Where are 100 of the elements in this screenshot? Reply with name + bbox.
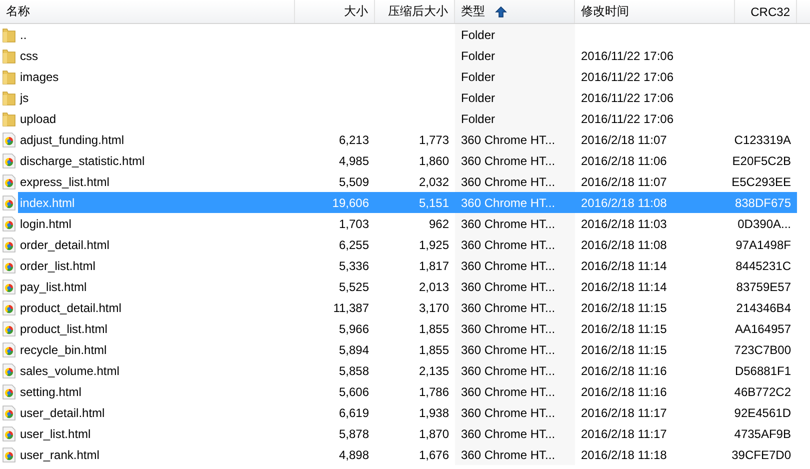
packed-size-cell: 1,817 — [418, 258, 449, 272]
crc-cell: 97A1498F — [736, 238, 791, 252]
type-cell: 360 Chrome HT... — [461, 196, 556, 210]
type-cell: Folder — [461, 112, 496, 126]
file-name-cell[interactable]: discharge_statistic.html — [18, 150, 295, 171]
crc-cell: 8445231C — [736, 258, 791, 272]
size-cell: 5,858 — [338, 364, 369, 378]
size-cell: 5,894 — [338, 342, 369, 356]
crc-cell: E20F5C2B — [732, 154, 791, 168]
packed-size-cell: 1,676 — [418, 448, 449, 462]
crc-cell: 838DF675 — [734, 196, 791, 210]
file-name-cell[interactable]: recycle_bin.html — [18, 339, 295, 360]
modified-cell: 2016/2/18 11:14 — [581, 280, 667, 294]
size-cell: 5,606 — [338, 384, 369, 398]
size-cell: 6,255 — [338, 238, 369, 252]
size-cell: 5,966 — [338, 322, 369, 336]
type-cell: 360 Chrome HT... — [461, 448, 556, 462]
file-name-cell[interactable]: css — [18, 45, 295, 66]
file-name-cell[interactable]: order_list.html — [18, 255, 295, 276]
file-name-cell[interactable]: order_detail.html — [18, 234, 295, 255]
size-cell: 6,619 — [338, 406, 369, 420]
crc-cell: D56881F1 — [734, 364, 791, 378]
type-cell: Folder — [461, 90, 496, 104]
file-name-cell[interactable]: .. — [18, 24, 295, 45]
type-cell: 360 Chrome HT... — [461, 258, 556, 272]
type-cell: 360 Chrome HT... — [461, 154, 556, 168]
file-name-cell[interactable]: express_list.html — [18, 171, 295, 192]
modified-cell: 2016/11/22 17:06 — [581, 90, 674, 104]
modified-cell: 2016/2/18 11:07 — [581, 132, 667, 146]
folder-icon — [2, 26, 16, 42]
column-header[interactable]: 名称 — [0, 0, 295, 23]
type-cell: 360 Chrome HT... — [461, 342, 556, 356]
type-cell: 360 Chrome HT... — [461, 406, 556, 420]
packed-size-cell: 1,870 — [418, 426, 449, 440]
crc-cell: 92E4561D — [734, 406, 791, 420]
modified-cell: 2016/11/22 17:06 — [581, 70, 674, 84]
type-cell: 360 Chrome HT... — [461, 132, 556, 146]
modified-cell: 2016/2/18 11:16 — [581, 364, 667, 378]
file-name-cell[interactable]: adjust_funding.html — [18, 129, 295, 150]
packed-size-cell: 3,170 — [418, 300, 449, 314]
modified-cell: 2016/2/18 11:07 — [581, 174, 667, 188]
modified-cell: 2016/2/18 11:15 — [581, 322, 667, 336]
file-name-cell[interactable]: js — [18, 87, 295, 108]
type-cell: 360 Chrome HT... — [461, 280, 556, 294]
type-cell: 360 Chrome HT... — [461, 238, 556, 252]
packed-size-cell: 1,938 — [418, 406, 449, 420]
modified-cell: 2016/2/18 11:18 — [581, 448, 667, 462]
modified-cell: 2016/2/18 11:15 — [581, 300, 667, 314]
column-header[interactable]: 大小 — [295, 0, 375, 23]
modified-cell: 2016/2/18 11:16 — [581, 384, 667, 398]
file-name-cell[interactable]: sales_volume.html — [18, 360, 295, 381]
crc-cell: 723C7B00 — [734, 342, 791, 356]
column-header[interactable]: CRC32 — [735, 0, 797, 23]
folder-icon — [2, 90, 16, 106]
file-name-cell[interactable]: user_detail.html — [18, 402, 295, 423]
file-name-cell[interactable]: login.html — [18, 213, 295, 234]
crc-cell: 0D390A... — [738, 216, 791, 230]
folder-icon — [2, 110, 16, 126]
modified-cell: 2016/2/18 11:17 — [581, 406, 667, 420]
crc-cell: 39CFE7D0 — [732, 448, 791, 462]
modified-cell: 2016/11/22 17:06 — [581, 112, 674, 126]
size-cell: 5,878 — [338, 426, 369, 440]
file-name-cell[interactable]: user_list.html — [18, 423, 295, 444]
folder-icon — [2, 68, 16, 84]
packed-size-cell: 1,786 — [418, 384, 449, 398]
column-header[interactable]: 修改时间 — [575, 0, 735, 23]
packed-size-cell: 2,013 — [418, 280, 449, 294]
file-name-cell[interactable]: user_rank.html — [18, 444, 295, 465]
file-name-cell[interactable]: product_list.html — [18, 318, 295, 339]
size-cell: 19,606 — [332, 196, 369, 210]
size-cell: 5,509 — [338, 174, 369, 188]
type-cell: 360 Chrome HT... — [461, 384, 556, 398]
crc-cell: E5C293EE — [732, 174, 791, 188]
size-cell: 1,703 — [338, 216, 369, 230]
type-cell: 360 Chrome HT... — [461, 426, 556, 440]
modified-cell: 2016/2/18 11:06 — [581, 154, 667, 168]
packed-size-cell: 1,855 — [418, 342, 449, 356]
size-cell: 5,336 — [338, 258, 369, 272]
modified-cell: 2016/2/18 11:03 — [581, 216, 667, 230]
folder-icon — [2, 48, 16, 64]
modified-cell: 2016/2/18 11:08 — [581, 238, 667, 252]
size-cell: 4,898 — [338, 448, 369, 462]
type-cell: 360 Chrome HT... — [461, 322, 556, 336]
type-cell: Folder — [461, 28, 496, 42]
modified-cell: 2016/2/18 11:17 — [581, 426, 667, 440]
file-name-cell[interactable]: product_detail.html — [18, 297, 295, 318]
type-cell: 360 Chrome HT... — [461, 174, 556, 188]
file-name-cell[interactable]: setting.html — [18, 381, 295, 402]
file-name-cell[interactable]: images — [18, 66, 295, 87]
file-name-cell[interactable]: pay_list.html — [18, 276, 295, 297]
packed-size-cell: 1,860 — [418, 154, 449, 168]
crc-cell: AA164957 — [734, 322, 791, 336]
crc-cell: 214346B4 — [736, 300, 791, 314]
column-header[interactable]: 类型 — [455, 0, 575, 23]
file-name-cell[interactable]: upload — [18, 108, 295, 129]
size-cell: 11,387 — [333, 300, 369, 314]
crc-cell: 46B772C2 — [734, 384, 791, 398]
crc-cell: 4735AF9B — [734, 426, 791, 440]
packed-size-cell: 962 — [428, 216, 449, 230]
type-cell: 360 Chrome HT... — [461, 300, 556, 314]
